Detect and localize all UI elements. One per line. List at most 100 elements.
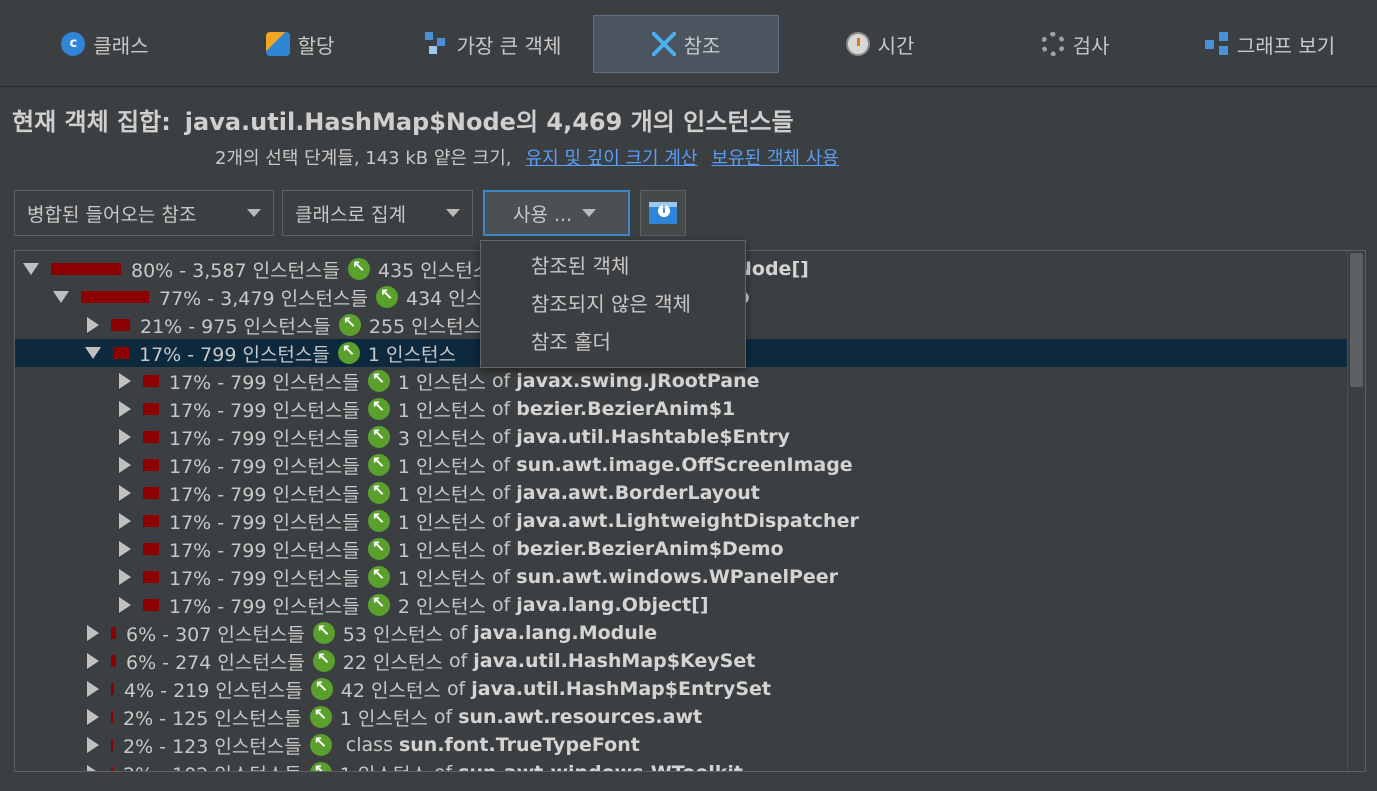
navigate-arrow-icon[interactable] (367, 537, 390, 560)
use-dropdown-menu: 참조된 객체 참조되지 않은 객체 참조 홀더 (480, 240, 746, 368)
collapse-toggle-icon[interactable] (87, 709, 99, 725)
tab-biggest-objects[interactable]: 가장 큰 객체 (402, 15, 584, 73)
percentage-bar (143, 599, 159, 611)
tree-row[interactable]: 4% - 219 인스턴스들 42 인스턴스 of java.util.Hash… (15, 675, 1347, 703)
class-name: javax.swing.JRootPane (516, 370, 760, 392)
collapse-toggle-icon[interactable] (119, 373, 131, 389)
expand-toggle-icon[interactable] (85, 347, 101, 359)
class-name: sun.awt.windows.WPanelPeer (516, 566, 839, 588)
percentage-bar (111, 655, 116, 667)
class-name: sun.font.TrueTypeFont (398, 734, 640, 756)
tree-row[interactable]: 17% - 799 인스턴스들 1 인스턴스 of java.awt.Light… (15, 507, 1347, 535)
collapse-toggle-icon[interactable] (87, 653, 99, 669)
navigate-arrow-icon[interactable] (367, 593, 390, 616)
navigate-arrow-icon[interactable] (312, 649, 335, 672)
navigate-arrow-icon[interactable] (367, 565, 390, 588)
navigate-arrow-icon[interactable] (309, 761, 332, 771)
navigate-arrow-icon[interactable] (367, 481, 390, 504)
biggest-objects-icon (424, 32, 449, 56)
collapse-toggle-icon[interactable] (87, 317, 99, 333)
class-name: bezier.BezierAnim$Demo (516, 538, 784, 560)
graph-icon (1204, 32, 1229, 56)
tree-row[interactable]: 17% - 799 인스턴스들 1 인스턴스 of java.awt.Borde… (15, 479, 1347, 507)
percentage-bar (143, 431, 159, 443)
percentage-bar (81, 291, 149, 303)
navigate-arrow-icon[interactable] (367, 369, 390, 392)
vertical-scrollbar[interactable] (1347, 251, 1365, 771)
class-name: java.awt.BorderLayout (516, 482, 760, 504)
tab-allocations[interactable]: 할당 (215, 15, 385, 73)
collapse-toggle-icon[interactable] (87, 765, 99, 771)
tab-inspections[interactable]: 검사 (990, 15, 1160, 73)
scrollbar-thumb[interactable] (1350, 253, 1363, 387)
navigate-arrow-icon[interactable] (367, 453, 390, 476)
navigate-arrow-icon[interactable] (348, 257, 370, 280)
aggregation-select[interactable]: 클래스로 집계 (282, 190, 473, 236)
collapse-toggle-icon[interactable] (119, 597, 131, 613)
collapse-toggle-icon[interactable] (87, 625, 99, 641)
menu-item-reference-holders[interactable]: 참조 홀더 (481, 323, 745, 361)
class-name: sun.awt.image.OffScreenImage (516, 454, 853, 476)
calculate-retained-sizes-link[interactable]: 유지 및 깊이 크기 계산 (526, 148, 698, 169)
object-set-subtitle: 2개의 선택 단계들, 143 kB 얕은 크기, 유지 및 깊이 크기 계산 보유… (215, 148, 839, 169)
tree-row[interactable]: 17% - 799 인스턴스들 2 인스턴스 of java.lang.Obje… (15, 591, 1347, 619)
navigate-arrow-icon[interactable] (376, 285, 398, 308)
tree-row[interactable]: 17% - 799 인스턴스들 1 인스턴스 of sun.awt.image.… (15, 451, 1347, 479)
tree-row[interactable]: 2% - 123 인스턴스들 class sun.font.TrueTypeFo… (15, 731, 1347, 759)
navigate-arrow-icon[interactable] (367, 425, 390, 448)
class-icon: c (61, 32, 86, 56)
navigate-arrow-icon[interactable] (337, 341, 360, 364)
tree-row[interactable]: 17% - 799 인스턴스들 1 인스턴스 of javax.swing.JR… (15, 367, 1347, 395)
tree-row[interactable]: 17% - 799 인스턴스들 3 인스턴스 of java.util.Hash… (15, 423, 1347, 451)
tree-row[interactable]: 6% - 274 인스턴스들 22 인스턴스 of java.util.Hash… (15, 647, 1347, 675)
percentage-bar (143, 459, 159, 471)
collapse-toggle-icon[interactable] (119, 513, 131, 529)
chevron-down-icon (582, 209, 597, 217)
tab-references[interactable]: 참조 (593, 15, 779, 73)
tree-row[interactable]: 2% - 125 인스턴스들 1 인스턴스 of sun.awt.resourc… (15, 703, 1347, 731)
percentage-bar (143, 543, 159, 555)
chevron-down-icon (446, 209, 460, 217)
use-dropdown-button[interactable]: 사용 ... (483, 190, 630, 236)
navigate-arrow-icon[interactable] (367, 397, 390, 420)
collapse-toggle-icon[interactable] (119, 485, 131, 501)
use-retained-objects-link[interactable]: 보유된 객체 사용 (711, 148, 838, 169)
menu-item-referenced-objects[interactable]: 참조된 객체 (481, 247, 745, 285)
tab-graph[interactable]: 그래프 보기 (1185, 15, 1355, 73)
collapse-toggle-icon[interactable] (119, 569, 131, 585)
expand-toggle-icon[interactable] (53, 291, 69, 303)
tab-time[interactable]: 시간 (795, 15, 965, 73)
gear-icon (1040, 32, 1065, 56)
tree-row[interactable]: 17% - 799 인스턴스들 1 인스턴스 of bezier.BezierA… (15, 535, 1347, 563)
tree-row[interactable]: 17% - 799 인스턴스들 1 인스턴스 of bezier.BezierA… (15, 395, 1347, 423)
collapse-toggle-icon[interactable] (119, 429, 131, 445)
navigate-arrow-icon[interactable] (309, 733, 332, 756)
tab-classes[interactable]: c 클래스 (20, 15, 190, 73)
reference-view-select[interactable]: 병합된 들어오는 참조 (14, 190, 274, 236)
info-icon (649, 202, 677, 224)
navigate-arrow-icon[interactable] (367, 509, 390, 532)
percentage-bar (143, 487, 159, 499)
collapse-toggle-icon[interactable] (119, 541, 131, 557)
expand-toggle-icon[interactable] (23, 263, 39, 275)
percentage-bar (143, 375, 159, 387)
class-name: java.lang.Object[] (516, 594, 709, 616)
class-name: sun.awt.windows.WToolkit (458, 762, 743, 771)
navigate-arrow-icon[interactable] (338, 313, 361, 336)
tree-row[interactable]: 17% - 799 인스턴스들 1 인스턴스 of sun.awt.window… (15, 563, 1347, 591)
navigate-arrow-icon[interactable] (309, 705, 332, 728)
percentage-bar (113, 347, 129, 359)
navigate-arrow-icon[interactable] (312, 621, 335, 644)
navigate-arrow-icon[interactable] (310, 677, 333, 700)
collapse-toggle-icon[interactable] (87, 737, 99, 753)
collapse-toggle-icon[interactable] (119, 457, 131, 473)
collapse-toggle-icon[interactable] (119, 401, 131, 417)
info-button[interactable] (640, 190, 686, 236)
tree-row[interactable]: 6% - 307 인스턴스들 53 인스턴스 of java.lang.Modu… (15, 619, 1347, 647)
class-name: java.util.HashMap$KeySet (473, 650, 756, 672)
collapse-toggle-icon[interactable] (87, 681, 99, 697)
tree-row[interactable]: 2% - 102 인스턴스들 1 인스턴스 of sun.awt.windows… (15, 759, 1347, 771)
allocation-icon (265, 32, 290, 56)
percentage-bar (111, 683, 114, 695)
menu-item-unreferenced-objects[interactable]: 참조되지 않은 객체 (481, 285, 745, 323)
